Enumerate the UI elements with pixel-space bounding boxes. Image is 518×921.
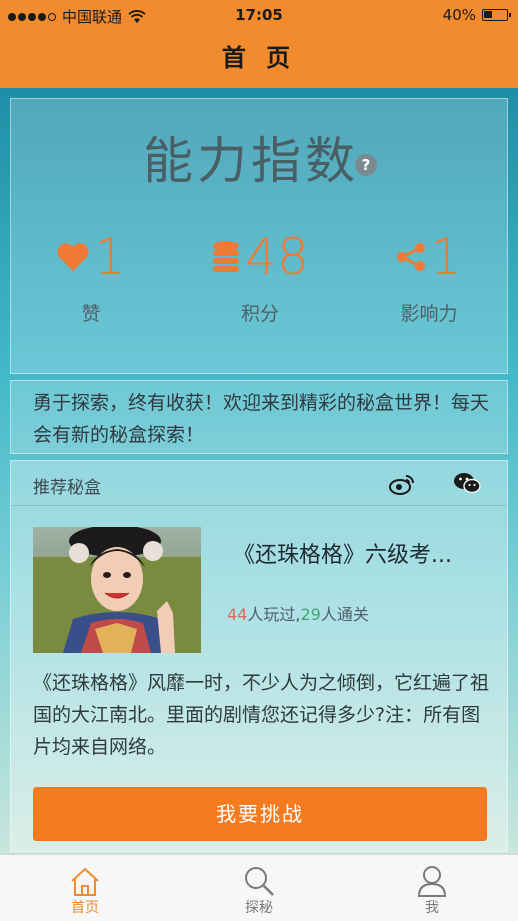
stat-label: 影响力 bbox=[400, 303, 458, 325]
tab-me[interactable]: 我 bbox=[382, 861, 482, 917]
stat-label: 赞 bbox=[81, 303, 101, 325]
stat-points[interactable]: 48 积分 bbox=[180, 227, 340, 326]
coins-icon bbox=[213, 241, 240, 272]
quiz-thumbnail[interactable] bbox=[33, 527, 201, 653]
ability-title: 能力指数 bbox=[143, 132, 359, 190]
tab-home[interactable]: 首页 bbox=[35, 861, 135, 917]
tab-label: 首页 bbox=[71, 900, 99, 916]
user-icon bbox=[417, 866, 447, 897]
passed-text: 人通关 bbox=[320, 605, 369, 624]
status-right: 40% bbox=[442, 6, 511, 24]
stat-label: 积分 bbox=[240, 303, 279, 325]
quiz-description: 《还珠格格》风靡一时，不少人为之倾倒，它红遍了祖国的大江南北。里面的剧情您还记得… bbox=[33, 672, 490, 758]
heart-icon bbox=[57, 243, 89, 271]
page-title: 首 页 bbox=[221, 44, 297, 72]
welcome-card: 勇于探索，终有收获！欢迎来到精彩的秘盒世界！每天会有新的秘盒探索！ bbox=[10, 380, 508, 454]
quiz-stats: 44人玩过,29人通关 bbox=[227, 601, 369, 625]
passed-count: 29 bbox=[300, 605, 321, 624]
top-bar: 中国联通 17:05 40% 首 页 bbox=[0, 0, 518, 88]
stat-value: 48 bbox=[245, 228, 309, 286]
recommend-label: 推荐秘盒 bbox=[33, 478, 101, 498]
tab-explore[interactable]: 探秘 bbox=[209, 861, 309, 917]
stat-likes[interactable]: 1 赞 bbox=[11, 227, 171, 326]
challenge-button[interactable]: 我要挑战 bbox=[33, 787, 487, 841]
tab-label: 探秘 bbox=[245, 900, 273, 916]
portrait-image bbox=[33, 527, 201, 653]
status-time: 17:05 bbox=[235, 6, 283, 24]
stat-influence[interactable]: 1 影响力 bbox=[349, 227, 509, 326]
quiz-title[interactable]: 《还珠格格》六级考... bbox=[233, 537, 503, 569]
played-text: 人玩过, bbox=[247, 605, 301, 624]
weibo-icon[interactable] bbox=[389, 473, 415, 495]
battery-percent: 40% bbox=[442, 6, 476, 24]
ability-heading: 能力指数? bbox=[11, 121, 509, 193]
recommend-header: 推荐秘盒 bbox=[11, 461, 507, 506]
status-bar: 中国联通 17:05 40% bbox=[0, 0, 518, 30]
played-count: 44 bbox=[227, 605, 248, 624]
welcome-text: 勇于探索，终有收获！欢迎来到精彩的秘盒世界！每天会有新的秘盒探索！ bbox=[33, 392, 490, 446]
tab-label: 我 bbox=[425, 900, 439, 916]
battery-icon bbox=[482, 9, 511, 21]
home-icon bbox=[71, 867, 99, 896]
ability-card: 能力指数? 1 赞 48 积分 1 影响力 bbox=[10, 98, 508, 374]
search-icon bbox=[245, 867, 274, 896]
stat-value: 1 bbox=[94, 228, 126, 286]
stat-value: 1 bbox=[430, 228, 462, 286]
help-icon[interactable]: ? bbox=[355, 153, 377, 176]
tab-bar: 首页 探秘 我 bbox=[0, 854, 518, 921]
recommend-card: 推荐秘盒 《还珠格格》六级考... 44人玩过,29人通关 《还珠格格》风靡一时… bbox=[10, 460, 508, 852]
wechat-icon[interactable] bbox=[453, 471, 481, 495]
share-icon bbox=[397, 243, 426, 271]
